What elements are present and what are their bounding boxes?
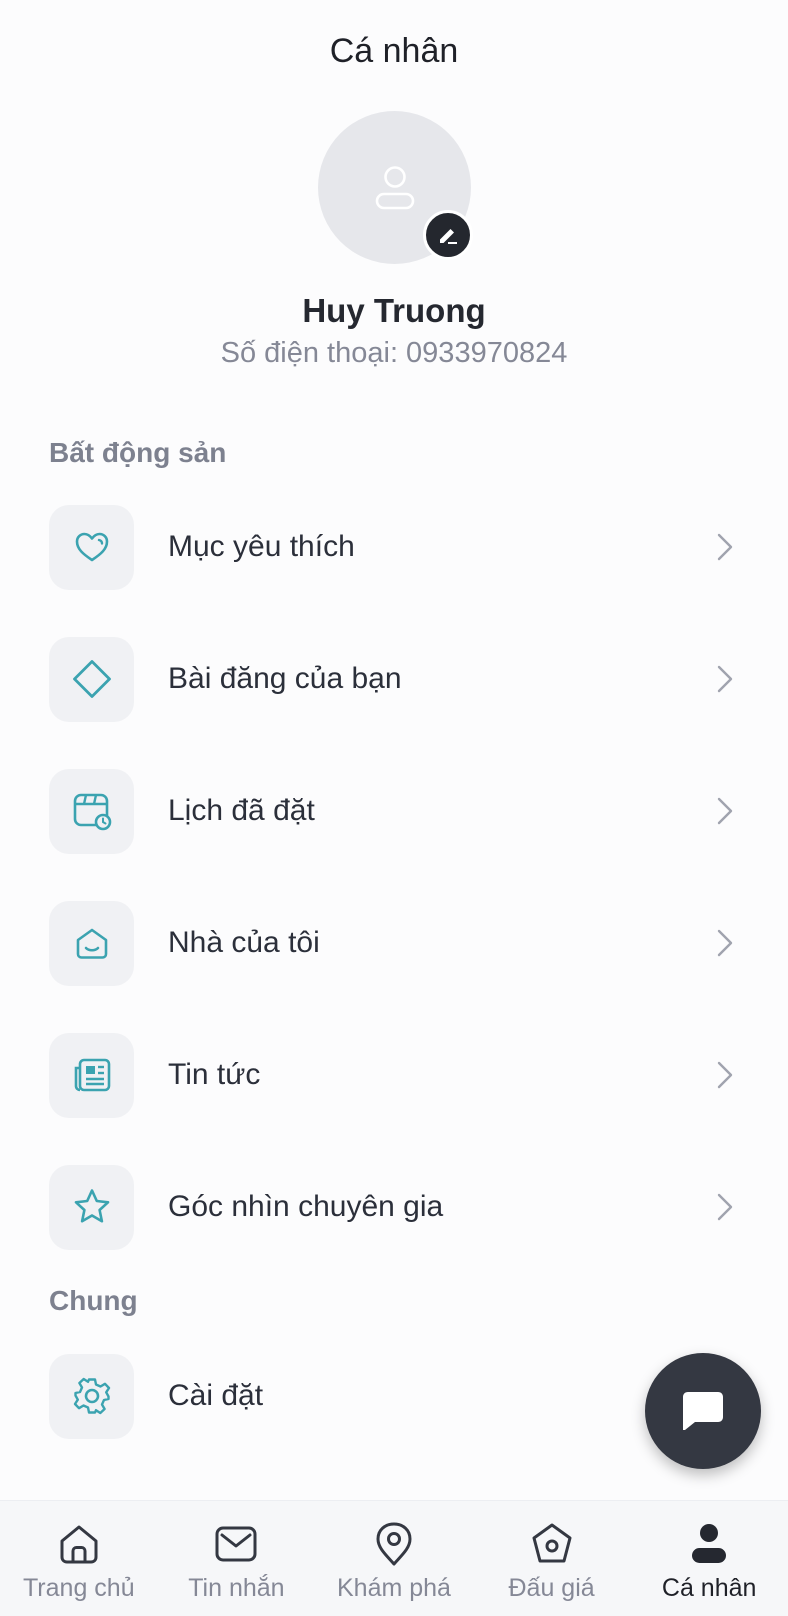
nav-label: Khám phá <box>337 1574 451 1602</box>
home-icon <box>55 1520 103 1568</box>
section-title-real-estate: Bất động sản <box>49 437 227 468</box>
chevron-right-icon <box>714 926 736 960</box>
menu-item-my-posts[interactable]: Bài đăng của bạn <box>0 636 788 722</box>
chevron-right-icon <box>714 794 736 828</box>
map-pin-icon <box>370 1520 418 1568</box>
menu-item-bookings[interactable]: Lịch đã đặt <box>0 768 788 854</box>
menu-icon-box <box>49 636 134 722</box>
menu-icon-box <box>49 768 134 854</box>
chevron-right-icon <box>714 530 736 564</box>
chevron-right-icon <box>714 1058 736 1092</box>
page-title: Cá nhân <box>329 32 459 70</box>
bottom-nav: Trang chủ Tin nhắn Khám phá Đấu giá Cá n… <box>0 1500 788 1616</box>
pencil-icon <box>440 229 457 244</box>
menu-item-label: Tin tức <box>168 1058 261 1091</box>
nav-label: Tin nhắn <box>188 1574 285 1602</box>
menu-icon-box <box>49 900 134 986</box>
menu-item-news[interactable]: Tin tức <box>0 1032 788 1118</box>
nav-item-messages[interactable]: Tin nhắn <box>158 1501 316 1616</box>
nav-label: Trang chủ <box>22 1574 135 1602</box>
calendar-clock-icon <box>73 793 111 831</box>
menu-icon-box <box>49 1353 134 1439</box>
pentagon-home-icon <box>528 1520 576 1568</box>
nav-item-profile[interactable]: Cá nhân <box>630 1501 788 1616</box>
menu-item-label: Mục yêu thích <box>168 530 355 563</box>
menu-item-label: Nhà của tôi <box>168 926 320 959</box>
mail-icon <box>212 1520 260 1568</box>
avatar-container[interactable] <box>318 111 473 264</box>
heart-icon <box>75 532 108 562</box>
menu-icon-box <box>49 1032 134 1118</box>
edit-avatar-button[interactable] <box>423 210 473 260</box>
user-name: Huy Truong <box>302 292 486 329</box>
gear-icon <box>73 1377 110 1415</box>
menu-item-my-home[interactable]: Nhà của tôi <box>0 900 788 986</box>
nav-item-home[interactable]: Trang chủ <box>0 1501 158 1616</box>
home-smile-icon <box>76 928 107 959</box>
nav-label: Đấu giá <box>508 1574 595 1602</box>
menu-item-expert[interactable]: Góc nhìn chuyên gia <box>0 1164 788 1250</box>
nav-label: Cá nhân <box>661 1574 757 1602</box>
section-title-general: Chung <box>49 1285 138 1316</box>
menu-item-favorites[interactable]: Mục yêu thích <box>0 504 788 590</box>
menu-item-label: Bài đăng của bạn <box>168 662 402 695</box>
menu-icon-box <box>49 1164 134 1250</box>
user-phone: Số điện thoại: 0933970824 <box>220 337 568 369</box>
newspaper-icon <box>74 1058 110 1092</box>
menu-item-label: Góc nhìn chuyên gia <box>168 1190 444 1223</box>
diamond-icon <box>72 660 111 698</box>
chevron-right-icon <box>714 1190 736 1224</box>
user-placeholder-icon <box>375 165 414 209</box>
user-icon <box>685 1520 733 1568</box>
nav-item-auction[interactable]: Đấu giá <box>473 1501 631 1616</box>
menu-item-label: Cài đặt <box>168 1379 264 1412</box>
chevron-right-icon <box>714 662 736 696</box>
menu-item-label: Lịch đã đặt <box>168 794 315 827</box>
chat-bubble-icon <box>683 1392 723 1430</box>
menu-icon-box <box>49 504 134 590</box>
chat-fab-button[interactable] <box>645 1353 761 1469</box>
star-icon <box>74 1189 109 1223</box>
nav-item-explore[interactable]: Khám phá <box>315 1501 473 1616</box>
